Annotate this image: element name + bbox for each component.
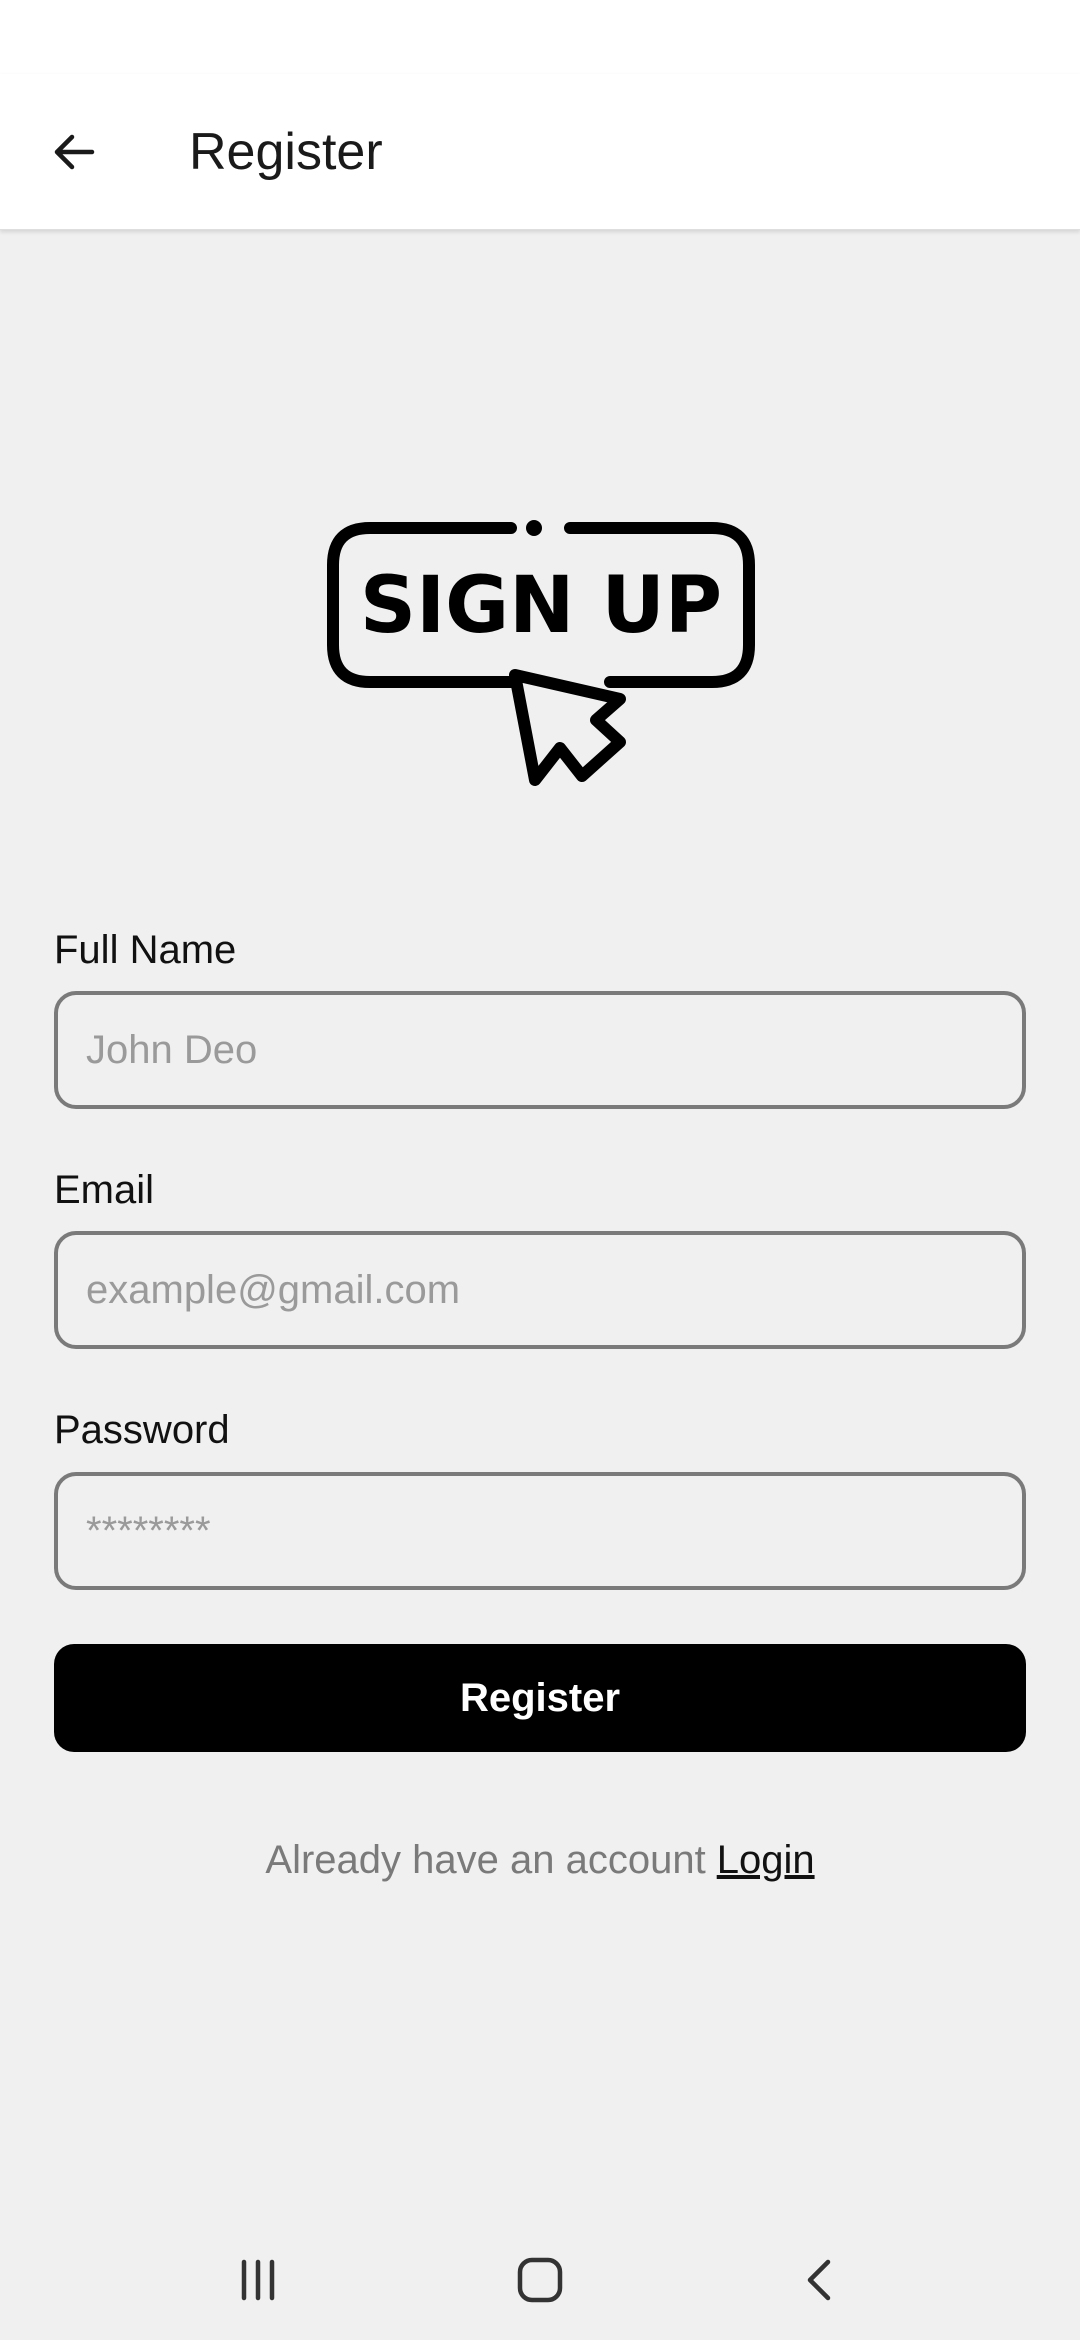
login-prompt-row: Already have an account Login xyxy=(0,1830,1080,1890)
logo-text: SIGN UP xyxy=(360,561,722,651)
full-name-label: Full Name xyxy=(54,928,237,972)
back-button[interactable] xyxy=(30,119,118,185)
password-label: Password xyxy=(54,1408,230,1452)
login-link[interactable]: Login xyxy=(717,1838,815,1883)
status-bar xyxy=(0,0,1080,74)
home-icon xyxy=(517,2257,563,2303)
app-bar: Register xyxy=(0,74,1080,230)
password-placeholder: ******** xyxy=(86,1508,211,1553)
full-name-placeholder: John Deo xyxy=(86,1027,258,1072)
nav-back-button[interactable] xyxy=(760,2240,880,2320)
recents-icon xyxy=(241,2259,275,2301)
full-name-input[interactable]: John Deo xyxy=(54,991,1026,1109)
nav-recents-button[interactable] xyxy=(198,2240,318,2320)
email-label: Email xyxy=(54,1168,155,1212)
sign-up-logo: SIGN UP xyxy=(327,520,755,786)
email-input[interactable]: example@gmail.com xyxy=(54,1231,1026,1349)
nav-home-button[interactable] xyxy=(480,2240,600,2320)
password-input[interactable]: ******** xyxy=(54,1472,1026,1590)
login-prompt-text: Already have an account xyxy=(265,1837,706,1882)
chevron-left-icon xyxy=(807,2259,831,2301)
register-button[interactable]: Register xyxy=(54,1644,1026,1752)
email-placeholder: example@gmail.com xyxy=(86,1267,461,1312)
page-title: Register xyxy=(189,123,383,181)
arrow-left-icon xyxy=(54,134,95,170)
system-nav-bar xyxy=(0,2220,1080,2340)
